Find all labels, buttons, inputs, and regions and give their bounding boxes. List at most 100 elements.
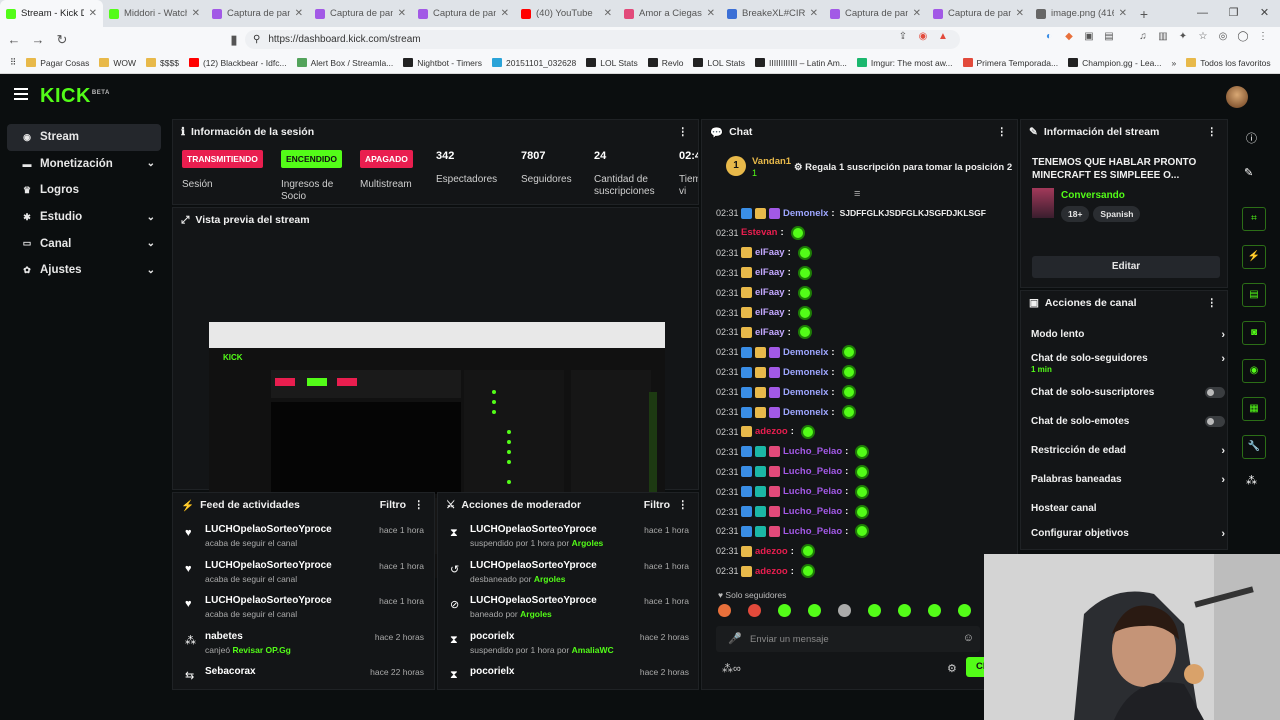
browser-tab[interactable]: Captura de pantalla ✕ (412, 0, 515, 27)
stream-tag[interactable]: Spanish (1093, 206, 1141, 222)
sidebar-item-monetización[interactable]: ▬ Monetización ⌄ (7, 151, 161, 178)
sidebar-item-estudio[interactable]: ✱ Estudio ⌄ (7, 204, 161, 231)
chat-input[interactable]: Enviar un mensaje (750, 634, 829, 645)
chat-username[interactable]: elFaay (755, 267, 785, 278)
close-tab-icon[interactable]: ✕ (89, 8, 97, 19)
bookmark-item[interactable]: $$$$ (146, 58, 179, 68)
share-icon[interactable]: ⇪ (896, 31, 910, 45)
bookmark-item[interactable]: 20151101_032628 (491, 58, 576, 68)
item-username[interactable]: pocorielx (470, 666, 514, 677)
item-username[interactable]: LUCHOpelaoSorteoYproce (205, 524, 332, 535)
channel-action-item[interactable]: Configurar objetivos › (1031, 528, 1227, 540)
extension-icon[interactable]: ◆ (1062, 31, 1076, 45)
bookmark-item[interactable]: Alert Box / Streamla... (296, 58, 393, 68)
maximize-icon[interactable]: ❐ (1218, 0, 1249, 27)
chat-username[interactable]: Demonelx (783, 407, 828, 418)
browser-tab[interactable]: BreakeXL#CIRDO ✕ (721, 0, 824, 27)
music-icon[interactable]: ♫ (1136, 31, 1150, 45)
close-tab-icon[interactable]: ✕ (810, 8, 818, 19)
profile-icon[interactable]: ◯ (1236, 31, 1250, 45)
chat-username[interactable]: Estevan (741, 227, 777, 238)
bookmark-item[interactable]: (12) Blackbear - Idfc... (188, 58, 287, 68)
item-username[interactable]: pocorielx (470, 631, 514, 642)
sidebar-item-logros[interactable]: ♛ Logros (7, 177, 161, 204)
item-highlight[interactable]: AmaliaWC (572, 645, 614, 655)
filter-button[interactable]: Filtro (644, 499, 670, 511)
site-info-icon[interactable]: ⚲ (253, 34, 260, 45)
sidebar-item-ajustes[interactable]: ✿ Ajustes ⌄ (7, 257, 161, 284)
extension-icon[interactable]: ▲ (936, 31, 950, 45)
chat-username[interactable]: elFaay (755, 247, 785, 258)
browser-tab[interactable]: (40) YouTube ✕ (515, 0, 618, 27)
chevron-right-icon[interactable]: › (1221, 528, 1225, 540)
sidebar-item-stream[interactable]: ◉ Stream (7, 124, 161, 151)
item-username[interactable]: nabetes (205, 631, 243, 642)
item-highlight[interactable]: Argoles (534, 574, 566, 584)
channel-action-item[interactable]: Chat de solo-emotes (1031, 416, 1227, 427)
back-icon[interactable]: ← (4, 32, 24, 47)
item-highlight[interactable]: Revisar OP.Gg (232, 645, 290, 655)
close-tab-icon[interactable]: ✕ (192, 8, 200, 19)
bookmark-item[interactable]: Nightbot - Timers (403, 58, 482, 68)
extension-icon[interactable]: ▣ (1082, 31, 1096, 45)
extensions-icon[interactable]: ✦ (1176, 31, 1190, 45)
browser-tab[interactable]: Captura de pantalla ✕ (206, 0, 309, 27)
chat-icon[interactable]: ◙ (1242, 321, 1266, 345)
chat-username[interactable]: adezoo (755, 426, 788, 437)
layout-icon[interactable]: ▦ (1242, 397, 1266, 421)
emote-icon[interactable] (898, 604, 911, 617)
chat-username[interactable]: elFaay (755, 287, 785, 298)
scan-icon[interactable]: ⌗ (1242, 207, 1266, 231)
close-tab-icon[interactable]: ✕ (1119, 8, 1127, 19)
channel-action-item[interactable]: Palabras baneadas › (1031, 474, 1227, 486)
pinned-user[interactable]: Vandan1 (752, 156, 791, 167)
forward-icon[interactable]: → (28, 32, 48, 47)
toggle-switch[interactable] (1205, 387, 1225, 398)
item-highlight[interactable]: Argoles (572, 538, 604, 548)
channel-action-item[interactable]: Hostear canal (1031, 503, 1227, 514)
more-options-icon[interactable]: ⋮ (1207, 126, 1218, 138)
bolt-icon[interactable]: ⚡ (1242, 245, 1266, 269)
broadcast-icon[interactable]: ◉ (1242, 359, 1266, 383)
bookmark-item[interactable]: IIIIIIIIIIII – Latin Am... (754, 58, 847, 68)
browser-tab[interactable]: Amor a Ciegas | Ca ✕ (618, 0, 721, 27)
chat-username[interactable]: Lucho_Pelao (783, 486, 842, 497)
browser-tab[interactable]: Captura de pantalla ✕ (824, 0, 927, 27)
more-options-icon[interactable]: ⋮ (997, 126, 1008, 138)
chevron-down-icon[interactable]: ⌄ (147, 212, 155, 223)
chat-username[interactable]: elFaay (755, 327, 785, 338)
chat-username[interactable]: Demonelx (783, 367, 828, 378)
close-tab-icon[interactable]: ✕ (913, 8, 921, 19)
bookmark-item[interactable]: Champion.gg - Lea... (1068, 58, 1161, 68)
item-username[interactable]: LUCHOpelaoSorteoYproce (205, 560, 332, 571)
chevron-down-icon[interactable]: ⌄ (147, 158, 155, 169)
kicks-infinity-icon[interactable]: ⁂∞ (722, 662, 741, 675)
info-icon[interactable]: ⓘ (1246, 130, 1257, 146)
new-tab-button[interactable]: + (1133, 6, 1155, 22)
channel-action-item[interactable]: Chat de solo-suscriptores (1031, 387, 1227, 398)
item-username[interactable]: LUCHOpelaoSorteoYproce (205, 595, 332, 606)
toggle-switch[interactable] (1205, 416, 1225, 427)
minimize-icon[interactable]: — (1187, 0, 1218, 27)
all-bookmarks-folder[interactable]: Todos los favoritos (1186, 58, 1271, 68)
chat-username[interactable]: Demonelx (783, 208, 828, 219)
chat-username[interactable]: adezoo (755, 566, 788, 577)
emote-icon[interactable] (958, 604, 971, 617)
bookmark-item[interactable]: Revlo (647, 58, 683, 68)
close-tab-icon[interactable]: ✕ (1016, 8, 1024, 19)
emote-icon[interactable] (748, 604, 761, 617)
chevron-right-icon[interactable]: › (1221, 474, 1225, 486)
emote-icon[interactable] (838, 604, 851, 617)
extension-icon[interactable]: ◉ (916, 31, 930, 45)
wrench-icon[interactable]: 🔧 (1242, 435, 1266, 459)
share-icon[interactable]: ⁂ (1246, 474, 1257, 487)
extension-icon[interactable]: ▤ (1102, 31, 1116, 45)
bookmark-item[interactable]: WOW (99, 58, 136, 68)
chevron-down-icon[interactable]: ⌄ (147, 238, 155, 249)
bookmark-icon[interactable]: ▮ (224, 32, 244, 48)
item-highlight[interactable]: Argoles (520, 609, 552, 619)
item-username[interactable]: Sebacorax (205, 666, 256, 677)
chat-username[interactable]: Lucho_Pelao (783, 506, 842, 517)
channel-action-item[interactable]: Restricción de edad › (1031, 445, 1227, 457)
more-options-icon[interactable]: ⋮ (1207, 297, 1218, 309)
